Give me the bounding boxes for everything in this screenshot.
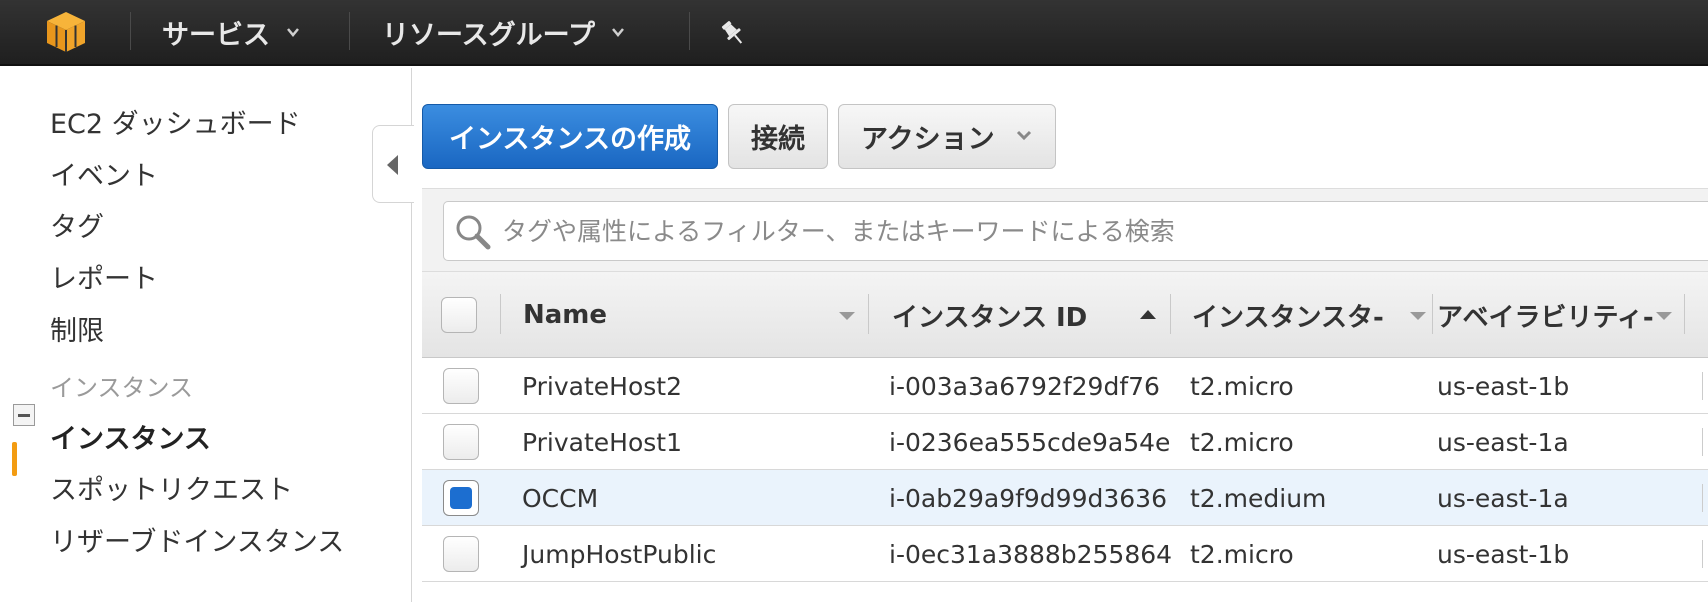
cell-instance-type: t2.medium bbox=[1190, 483, 1327, 513]
resource-groups-menu[interactable]: リソースグループ bbox=[382, 0, 625, 64]
nav-divider bbox=[689, 12, 690, 50]
row-checkbox-checked[interactable] bbox=[443, 480, 479, 516]
cell-instance-id: i-0ab29a9f9d99d3636 bbox=[889, 483, 1167, 513]
nav-divider bbox=[130, 12, 131, 50]
column-header-instance-id[interactable]: インスタンス ID bbox=[892, 272, 1132, 358]
sidebar-item-tags[interactable]: タグ bbox=[50, 205, 104, 244]
sidebar-item-instances[interactable]: インスタンス bbox=[50, 417, 211, 456]
search-box[interactable] bbox=[443, 201, 1708, 261]
search-input[interactable] bbox=[502, 202, 1682, 260]
sidebar-item-events[interactable]: イベント bbox=[50, 154, 158, 193]
table-row-selected[interactable]: OCCM i-0ab29a9f9d99d3636 t2.medium us-ea… bbox=[422, 470, 1708, 526]
sidebar-item-reports[interactable]: レポート bbox=[50, 257, 158, 296]
connect-button[interactable]: 接続 bbox=[728, 104, 828, 169]
cell-name: JumpHostPublic bbox=[522, 539, 717, 569]
column-divider bbox=[868, 294, 869, 334]
services-menu[interactable]: サービス bbox=[162, 0, 300, 64]
sidebar: EC2 ダッシュボード イベント タグ レポート 制限 インスタンス インスタン… bbox=[0, 68, 412, 602]
column-divider bbox=[1170, 294, 1171, 334]
next-column-edge bbox=[1702, 484, 1708, 512]
cell-availability-zone: us-east-1b bbox=[1437, 539, 1570, 569]
cell-name: PrivateHost2 bbox=[522, 371, 682, 401]
column-header-instance-type[interactable]: インスタンスタ- bbox=[1192, 272, 1410, 358]
sidebar-section-instances: インスタンス bbox=[50, 374, 194, 402]
table-row[interactable]: PrivateHost1 i-0236ea555cde9a54e t2.micr… bbox=[422, 414, 1708, 470]
sidebar-item-limits[interactable]: 制限 bbox=[50, 309, 104, 348]
minus-box-icon[interactable] bbox=[13, 404, 35, 426]
column-header-name[interactable]: Name bbox=[523, 272, 823, 358]
cell-instance-id: i-0ec31a3888b255864 bbox=[889, 539, 1173, 569]
select-all-checkbox[interactable] bbox=[441, 297, 477, 333]
cell-instance-type: t2.micro bbox=[1190, 427, 1294, 457]
next-column-edge bbox=[1702, 540, 1708, 568]
sidebar-collapse-toggle[interactable] bbox=[372, 125, 414, 203]
cell-instance-id: i-003a3a6792f29df76 bbox=[889, 371, 1160, 401]
instances-panel: Name インスタンス ID インスタンスタ- アベイラビリティ- Privat… bbox=[422, 188, 1708, 602]
create-instance-button[interactable]: インスタンスの作成 bbox=[422, 104, 718, 169]
chevron-down-icon bbox=[612, 28, 624, 37]
sidebar-item-reserved-instances[interactable]: リザーブドインスタンス bbox=[50, 520, 344, 559]
cell-name: PrivateHost1 bbox=[522, 427, 682, 457]
column-header-label: インスタンスタ- bbox=[1192, 302, 1384, 333]
row-checkbox[interactable] bbox=[443, 424, 479, 460]
search-icon bbox=[456, 215, 491, 250]
table-row[interactable]: PrivateHost2 i-003a3a6792f29df76 t2.micr… bbox=[422, 358, 1708, 414]
sort-indicator-icon[interactable] bbox=[839, 312, 855, 320]
cell-instance-type: t2.micro bbox=[1190, 539, 1294, 569]
aws-cube-icon[interactable] bbox=[44, 10, 88, 54]
cell-instance-id: i-0236ea555cde9a54e bbox=[889, 427, 1171, 457]
next-column-edge bbox=[1702, 372, 1708, 400]
chevron-down-icon bbox=[287, 28, 299, 37]
cell-name: OCCM bbox=[522, 483, 599, 513]
sort-ascending-icon[interactable] bbox=[1140, 310, 1156, 319]
row-checkbox[interactable] bbox=[443, 536, 479, 572]
pin-icon[interactable] bbox=[718, 18, 748, 48]
table-header: Name インスタンス ID インスタンスタ- アベイラビリティ- bbox=[422, 272, 1708, 358]
services-menu-label: サービス bbox=[162, 19, 270, 51]
cell-availability-zone: us-east-1a bbox=[1437, 427, 1569, 457]
sort-indicator-icon[interactable] bbox=[1410, 312, 1426, 320]
filter-bar bbox=[422, 188, 1708, 272]
cell-availability-zone: us-east-1a bbox=[1437, 483, 1569, 513]
column-header-label: Name bbox=[523, 300, 608, 330]
column-header-availability-zone[interactable]: アベイラビリティ- bbox=[1437, 272, 1669, 358]
sidebar-item-spot-requests[interactable]: スポットリクエスト bbox=[50, 468, 293, 507]
column-divider bbox=[1432, 294, 1433, 334]
cell-availability-zone: us-east-1b bbox=[1437, 371, 1570, 401]
actions-button-label: アクション bbox=[861, 124, 995, 155]
actions-dropdown-button[interactable]: アクション bbox=[838, 104, 1056, 169]
column-divider bbox=[500, 294, 501, 334]
top-navigation-bar: サービス リソースグループ bbox=[0, 0, 1708, 66]
cell-instance-type: t2.micro bbox=[1190, 371, 1294, 401]
resource-groups-menu-label: リソースグループ bbox=[382, 19, 596, 51]
sort-indicator-icon[interactable] bbox=[1656, 312, 1672, 320]
sidebar-item-ec2-dashboard[interactable]: EC2 ダッシュボード bbox=[50, 102, 301, 141]
next-column-edge bbox=[1702, 428, 1708, 456]
nav-divider bbox=[349, 12, 350, 50]
chevron-down-icon bbox=[1016, 130, 1032, 141]
active-indicator bbox=[12, 442, 17, 476]
table-row[interactable]: JumpHostPublic i-0ec31a3888b255864 t2.mi… bbox=[422, 526, 1708, 582]
column-divider bbox=[1684, 294, 1685, 334]
column-header-label: アベイラビリティ- bbox=[1437, 302, 1654, 333]
row-checkbox[interactable] bbox=[443, 368, 479, 404]
column-header-label: インスタンス ID bbox=[892, 302, 1088, 333]
